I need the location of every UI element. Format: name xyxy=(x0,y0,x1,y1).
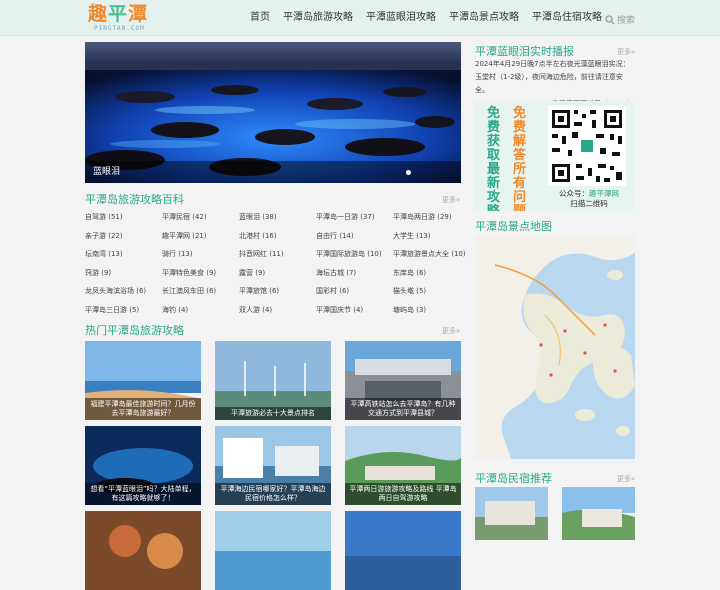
wiki-tag-list: 自驾游 (51) 平潭民宿 (42) 蓝眼泪 (38) 平潭岛一日游 (37) 平潭岛两… xyxy=(85,208,471,319)
wiki-tag-item[interactable]: 东庠岛 (6) xyxy=(393,264,470,283)
guide-card-1[interactable]: 福建平潭岛最佳旅游时间？几月份去平潭岛旅游最好？ xyxy=(85,341,201,420)
logo-text-3: 潭 xyxy=(128,3,149,25)
wiki-tag-item[interactable]: 大学生 (13) xyxy=(393,227,470,246)
wiki-tag-item[interactable]: 平潭国际旅游岛 (10) xyxy=(316,245,393,264)
wiki-tag-item[interactable]: 蓝眼泪 (38) xyxy=(239,208,316,227)
live-broadcast-text: 2024年4月29日晚7点半左右夜光藻蓝眼泪实况：玉堂村（1-2级），夜间海边危… xyxy=(475,60,630,94)
guide-caption-1: 福建平潭岛最佳旅游时间？几月份去平潭岛旅游最好？ xyxy=(85,398,201,420)
wiki-tag-item[interactable]: 海坛古城 (7) xyxy=(316,264,393,283)
wiki-tag-item[interactable]: 长江澳风车田 (6) xyxy=(162,282,239,301)
wiki-tag-item[interactable]: 平潭旅游景点大全 (10) xyxy=(393,245,470,264)
guide-card-9[interactable] xyxy=(345,511,461,590)
live-broadcast-title[interactable]: 平潭蓝眼泪实时播报 xyxy=(475,43,574,59)
search-icon xyxy=(605,14,615,24)
wiki-tag-item[interactable]: 窍游 (9) xyxy=(85,264,162,283)
wiki-tag-item[interactable]: 平潭岛三日游 (5) xyxy=(85,301,162,320)
main-nav: 首页 平潭岛旅游攻略 平潭蓝眼泪攻略 平潭岛景点攻略 平潭岛住宿攻略 xyxy=(250,0,615,36)
qr-slogan-free-guide: 免费获取最新攻略 xyxy=(487,106,501,212)
search-label: 搜索 xyxy=(617,16,636,26)
qr-caption-account: 趣平潭网 xyxy=(589,189,619,198)
wiki-tag-item[interactable]: 猫头墘 (5) xyxy=(393,282,470,301)
qr-caption-scan: 扫描二维码 xyxy=(570,199,608,208)
nav-blue-tears[interactable]: 平潭蓝眼泪攻略 xyxy=(366,0,436,36)
nav-scenic-spots[interactable]: 平潭岛景点攻略 xyxy=(449,0,519,36)
wiki-tag-item[interactable]: 龙凤头海滨浴场 (6) xyxy=(85,282,162,301)
wiki-tag-item[interactable]: 国彩村 (6) xyxy=(316,282,393,301)
inn-photo-2[interactable] xyxy=(562,487,635,540)
hot-guides-title[interactable]: 热门平潭岛旅游攻略 xyxy=(85,322,184,338)
guide-image-8 xyxy=(215,511,331,590)
inn-more-link[interactable]: 更多» xyxy=(617,474,635,484)
wiki-tag-item[interactable]: 骑行 (13) xyxy=(162,245,239,264)
wiki-title[interactable]: 平潭岛旅游攻略百科 xyxy=(85,191,184,207)
island-map[interactable] xyxy=(475,235,635,459)
wiki-tag-item[interactable]: 双人游 (4) xyxy=(239,301,316,320)
wiki-tag-item[interactable]: 平潭旅馆 (6) xyxy=(239,282,316,301)
wiki-tag-item[interactable]: 塘屿岛 (3) xyxy=(393,301,470,320)
inn-list xyxy=(475,487,635,540)
wechat-qr-promo: 免费获取最新攻略 免费解答所有问题 公众号：趣平潭网 扫描二维码 xyxy=(475,101,635,211)
banner-caption: 蓝眼泪 xyxy=(85,161,461,183)
wiki-tag-item[interactable]: 亲子游 (22) xyxy=(85,227,162,246)
nav-home[interactable]: 首页 xyxy=(250,0,270,36)
wiki-tag-item[interactable]: 平潭特色美食 (9) xyxy=(162,264,239,283)
guide-caption-2: 平潭旅游必去十大景点排名 xyxy=(215,407,331,420)
qr-code xyxy=(548,106,626,186)
guide-image-7 xyxy=(85,511,201,590)
guide-card-7[interactable] xyxy=(85,511,201,590)
site-logo[interactable]: 趣平潭 PINGTAN.COM xyxy=(88,3,176,33)
wiki-tag-item[interactable]: 北港村 (16) xyxy=(239,227,316,246)
wiki-tag-item[interactable]: 自由行 (14) xyxy=(316,227,393,246)
qr-caption: 公众号：趣平潭网 扫描二维码 xyxy=(545,189,633,209)
logo-subtitle: PINGTAN.COM xyxy=(94,25,145,32)
guide-image-9 xyxy=(345,511,461,590)
map-title[interactable]: 平潭岛景点地图 xyxy=(475,218,552,234)
wiki-tag-item[interactable]: 趣平潭网 (21) xyxy=(162,227,239,246)
search-button[interactable]: 搜索 xyxy=(605,13,635,26)
wiki-tag-item[interactable]: 海钓 (4) xyxy=(162,301,239,320)
wiki-tag-item[interactable]: 抖音网红 (11) xyxy=(239,245,316,264)
guide-caption-5: 平潭海边民宿哪家好？平潭岛海边民宿价格怎么样？ xyxy=(215,483,331,505)
wiki-tag-item[interactable]: 坛南湾 (13) xyxy=(85,245,162,264)
inn-title[interactable]: 平潭岛民宿推荐 xyxy=(475,470,552,486)
guide-card-8[interactable] xyxy=(215,511,331,590)
inn-photo-1[interactable] xyxy=(475,487,548,540)
guide-card-2[interactable]: 平潭旅游必去十大景点排名 xyxy=(215,341,331,420)
hot-guides-more-link[interactable]: 更多» xyxy=(442,326,460,336)
wiki-tag-item[interactable]: 自驾游 (51) xyxy=(85,208,162,227)
hero-banner[interactable]: 蓝眼泪 xyxy=(85,42,461,183)
island-map-image xyxy=(475,235,635,459)
guide-card-3[interactable]: 平潭高铁站怎么去平潭岛？有几种交通方式到平潭县城？ xyxy=(345,341,461,420)
logo-text-2: 平 xyxy=(108,3,129,25)
guide-caption-3: 平潭高铁站怎么去平潭岛？有几种交通方式到平潭县城？ xyxy=(345,398,461,420)
wiki-tag-item[interactable]: 平潭国庆节 (4) xyxy=(316,301,393,320)
live-broadcast-more-link[interactable]: 更多» xyxy=(617,47,635,57)
wiki-tag-item[interactable]: 平潭民宿 (42) xyxy=(162,208,239,227)
nav-lodging[interactable]: 平潭岛住宿攻略 xyxy=(532,0,602,36)
wiki-more-link[interactable]: 更多» xyxy=(442,195,460,205)
guide-card-4[interactable]: 想看“平潭蓝眼泪”吗？大陆单程，有这篇攻略就够了！ xyxy=(85,426,201,505)
top-bar: 趣平潭 PINGTAN.COM 首页 平潭岛旅游攻略 平潭蓝眼泪攻略 平潭岛景点… xyxy=(0,0,720,36)
hot-guides-grid: 福建平潭岛最佳旅游时间？几月份去平潭岛旅游最好？ 平潭旅游必去十大景点排名 平潭… xyxy=(85,341,461,590)
wiki-tag-item[interactable]: 平潭岛两日游 (29) xyxy=(393,208,470,227)
qr-slogan-free-answer: 免费解答所有问题 xyxy=(513,106,527,212)
logo-text-1: 趣 xyxy=(88,3,109,25)
qr-caption-label: 公众号： xyxy=(559,189,589,198)
guide-card-6[interactable]: 平潭两日游旅游攻略及路线 平潭岛两日自驾游攻略 xyxy=(345,426,461,505)
wiki-tag-item[interactable]: 平潭岛一日游 (37) xyxy=(316,208,393,227)
wiki-tag-item[interactable]: 露营 (9) xyxy=(239,264,316,283)
guide-caption-6: 平潭两日游旅游攻略及路线 平潭岛两日自驾游攻略 xyxy=(345,483,461,505)
guide-card-5[interactable]: 平潭海边民宿哪家好？平潭岛海边民宿价格怎么样？ xyxy=(215,426,331,505)
carousel-dot[interactable] xyxy=(406,170,411,175)
guide-caption-4: 想看“平潭蓝眼泪”吗？大陆单程，有这篇攻略就够了！ xyxy=(85,483,201,505)
nav-travel-guide[interactable]: 平潭岛旅游攻略 xyxy=(283,0,353,36)
